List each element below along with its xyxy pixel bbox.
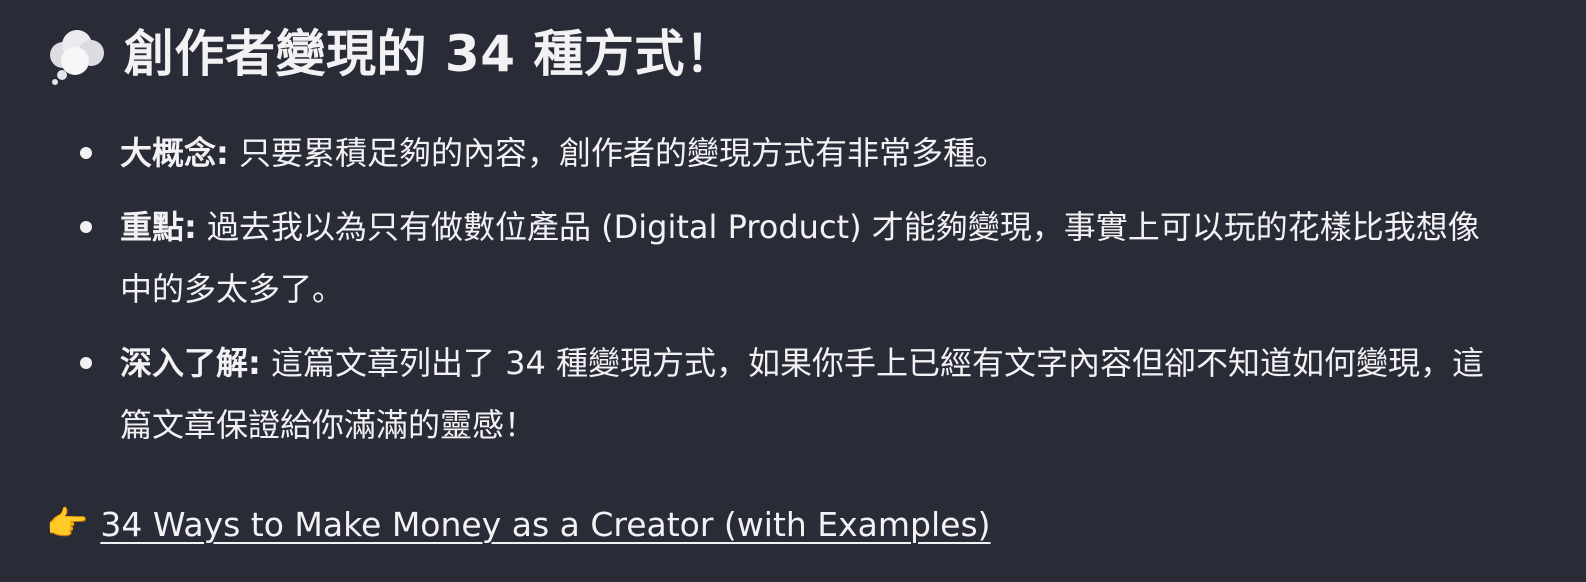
bullet-icon <box>80 357 92 369</box>
list-item-text: 過去我以為只有做數位產品 (Digital Product) 才能夠變現，事實上… <box>120 208 1480 308</box>
list-item-text: 這篇文章列出了 34 種變現方式，如果你手上已經有文字內容但卻不知道如何變現，這… <box>120 344 1485 444</box>
list-item-text: 只要累積足夠的內容，創作者的變現方式有非常多種。 <box>238 134 1007 172</box>
list-item-big-idea: 大概念: 只要累積足夠的內容，創作者的變現方式有非常多種。 <box>74 122 1504 184</box>
summary-list: 大概念: 只要累積足夠的內容，創作者的變現方式有非常多種。 重點: 過去我以為只… <box>74 122 1504 468</box>
list-item-key-point: 重點: 過去我以為只有做數位產品 (Digital Product) 才能夠變現… <box>74 196 1504 320</box>
pointing-hand-icon: 👉 <box>46 504 89 544</box>
bullet-icon <box>80 147 92 159</box>
article-link[interactable]: 34 Ways to Make Money as a Creator (with… <box>100 505 990 544</box>
thought-balloon-icon <box>46 23 108 85</box>
article-link-row: 👉 34 Ways to Make Money as a Creator (wi… <box>46 498 991 550</box>
bullet-icon <box>80 221 92 233</box>
list-item-learn-more: 深入了解: 這篇文章列出了 34 種變現方式，如果你手上已經有文字內容但卻不知道… <box>74 332 1504 456</box>
page-heading: 創作者變現的 34 種方式！ <box>46 14 735 94</box>
list-item-term: 重點: <box>120 208 197 246</box>
page-title: 創作者變現的 34 種方式！ <box>124 25 736 83</box>
list-item-term: 大概念: <box>120 134 229 172</box>
list-item-term: 深入了解: <box>120 344 261 382</box>
